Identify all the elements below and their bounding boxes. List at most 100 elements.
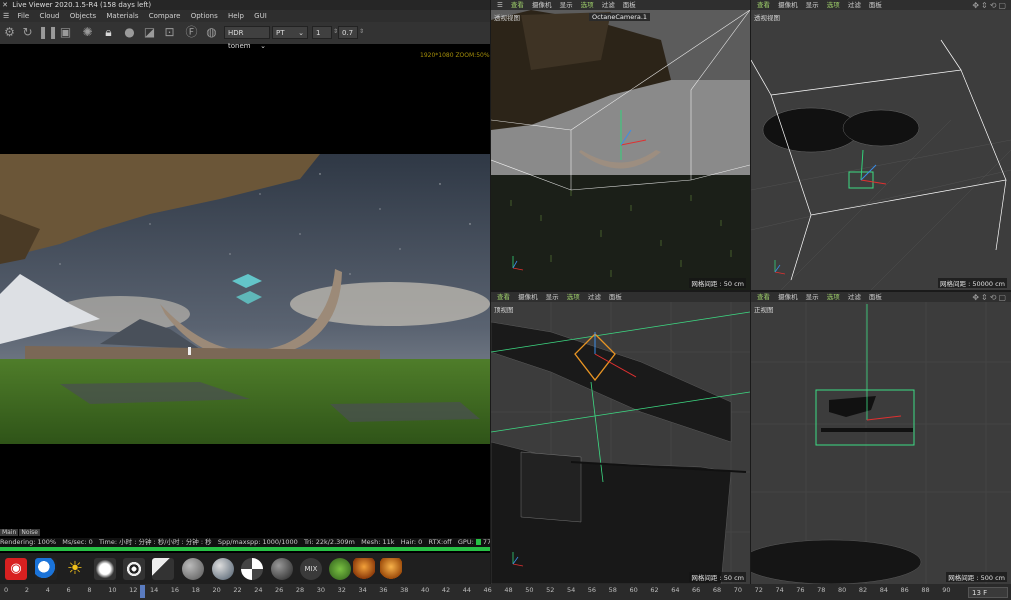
settings-gear-icon[interactable]: ⚙ xyxy=(2,25,17,40)
value-field-2[interactable]: 0.7 xyxy=(338,26,358,39)
vp-menu-camera[interactable]: 摄像机 xyxy=(778,293,798,301)
vp-menu-filter[interactable]: 过滤 xyxy=(848,293,861,301)
vp-menu-camera[interactable]: 摄像机 xyxy=(518,293,538,301)
vp-menu-display[interactable]: 显示 xyxy=(546,293,559,301)
vp-menu-options[interactable]: 选项 xyxy=(827,293,840,301)
vp-menu-filter[interactable]: 过滤 xyxy=(588,293,601,301)
pause-icon[interactable]: ❚❚ xyxy=(38,25,58,40)
tonemap-select[interactable]: HDR tonem ⌄ xyxy=(224,26,270,50)
menu-objects[interactable]: Objects xyxy=(70,12,96,20)
menu-cloud[interactable]: Cloud xyxy=(39,12,59,20)
environment-icon[interactable] xyxy=(35,558,57,580)
vp-menu-filter[interactable]: 过滤 xyxy=(848,1,861,9)
timeline-tick: 48 xyxy=(504,586,513,594)
current-frame-field[interactable]: 13 F xyxy=(968,587,1008,598)
kernel-value: PT xyxy=(276,29,285,37)
chevron-down-icon: ⌄ xyxy=(298,29,304,37)
kernel-select[interactable]: PT ⌄ xyxy=(272,26,308,39)
timeline-tick: 26 xyxy=(275,586,284,594)
menu-options[interactable]: Options xyxy=(191,12,218,20)
vp-menu-camera[interactable]: 摄像机 xyxy=(778,1,798,9)
status-mesh: Mesh: 11k xyxy=(361,538,395,546)
stepper-icon[interactable]: ⇕ xyxy=(359,28,364,35)
spot-light-icon[interactable] xyxy=(152,558,174,580)
menu-help[interactable]: Help xyxy=(228,12,244,20)
live-viewer-tabs: Main Noise xyxy=(0,529,41,537)
region-render-icon[interactable]: ▣ xyxy=(58,25,73,40)
timeline-tick: 66 xyxy=(692,586,701,594)
gear-icon[interactable]: ✺ xyxy=(80,25,95,40)
timeline-tick: 72 xyxy=(754,586,763,594)
area-light-icon[interactable] xyxy=(94,558,116,580)
vp-menu-display[interactable]: 显示 xyxy=(806,1,819,9)
pick-material-icon[interactable]: ◪ xyxy=(142,25,157,40)
menu-file[interactable]: File xyxy=(18,12,30,20)
vp-menu-filter[interactable]: 过滤 xyxy=(602,1,615,9)
specular-material-icon[interactable] xyxy=(241,558,263,580)
vp-menu-panel[interactable]: 面板 xyxy=(609,293,622,301)
mix-material-icon[interactable]: MIX xyxy=(300,558,322,580)
timeline-tick: 60 xyxy=(629,586,638,594)
menu-compare[interactable]: Compare xyxy=(149,12,181,20)
glossy-material-icon[interactable] xyxy=(212,558,234,580)
viewport-top[interactable]: 查看 摄像机 显示 选项 过滤 面板 顶视图 网格间距 : 50 cm xyxy=(491,292,750,584)
vp-menu-panel[interactable]: 面板 xyxy=(623,1,636,9)
composite-material-icon[interactable] xyxy=(329,558,351,580)
vp-menu-display[interactable]: 显示 xyxy=(560,1,573,9)
vp-menu-view[interactable]: 查看 xyxy=(511,1,524,9)
viewport-nav-icons[interactable]: ✥⇕⟲▢ xyxy=(972,1,1008,10)
value-field-1[interactable]: 1 xyxy=(312,26,332,39)
hamburger-menu-icon[interactable]: ☰ xyxy=(3,12,9,20)
diffuse-material-icon[interactable] xyxy=(182,558,204,580)
metallic-material-icon[interactable] xyxy=(271,558,293,580)
viewport-front[interactable]: 查看 摄像机 显示 选项 过滤 面板 ✥⇕⟲▢ 正视图 网格间距 : 500 c… xyxy=(751,292,1011,584)
status-time: Time: 小时 : 分钟 : 秒/小时 : 分钟 : 秒 xyxy=(98,538,212,546)
timeline-playhead[interactable] xyxy=(139,585,145,598)
timeline-tick: 50 xyxy=(525,586,534,594)
tab-main[interactable]: Main xyxy=(0,529,19,536)
vp-menu-options[interactable]: 选项 xyxy=(581,1,594,9)
vp-menu-camera[interactable]: 摄像机 xyxy=(532,1,552,9)
timeline-tick: 6 xyxy=(66,586,71,594)
menu-materials[interactable]: Materials xyxy=(106,12,138,20)
lock-icon[interactable]: 🔒︎ xyxy=(101,25,116,40)
viewport-camera-perspective[interactable]: ☰ 查看 摄像机 显示 选项 过滤 面板 透视视图 OctaneCamera.1… xyxy=(491,0,750,290)
timeline-tick: 68 xyxy=(712,586,722,594)
menu-gui[interactable]: GUI xyxy=(254,12,267,20)
grid-spacing-label: 网格间距 : 50 cm xyxy=(689,572,746,582)
vp-menu-panel[interactable]: 面板 xyxy=(869,293,882,301)
vp-menu-view[interactable]: 查看 xyxy=(757,1,770,9)
vp-menu-options[interactable]: 选项 xyxy=(567,293,580,301)
white-balance-icon[interactable]: ◍ xyxy=(204,25,219,40)
hamburger-menu-icon[interactable]: ☰ xyxy=(497,1,503,9)
active-camera-label[interactable]: OctaneCamera.1 xyxy=(589,13,651,21)
vdb-cloud-icon[interactable] xyxy=(353,558,375,580)
sun-light-icon[interactable]: ☀ xyxy=(64,558,86,580)
close-icon[interactable]: ✕ xyxy=(0,0,10,10)
resolution-overlay: 1920*1080 ZOOM:50% xyxy=(420,52,490,59)
vp-menu-display[interactable]: 显示 xyxy=(806,293,819,301)
viewport-perspective[interactable]: 查看 摄像机 显示 选项 过滤 面板 ✥⇕⟲▢ 透视视图 网格间距 : 5000… xyxy=(751,0,1011,290)
material-ball-icon[interactable]: ● xyxy=(122,25,137,40)
pick-focus-icon[interactable]: ⊡ xyxy=(162,25,177,40)
restart-render-icon[interactable]: ↻ xyxy=(20,25,35,40)
vp-menu-view[interactable]: 查看 xyxy=(497,293,510,301)
target-light-icon[interactable] xyxy=(123,558,145,580)
vp-menu-view[interactable]: 查看 xyxy=(757,293,770,301)
viewport-label: 顶视图 xyxy=(494,306,514,314)
front-view-scene xyxy=(751,292,1011,584)
tab-noise[interactable]: Noise xyxy=(19,529,40,536)
timeline[interactable]: 0 2 4 6 8 10 12 14 16 18 20 22 24 26 28 30 32 34 36 38 40 42 4… xyxy=(0,584,1011,600)
vp-menu-options[interactable]: 选项 xyxy=(827,1,840,9)
vp-menu-panel[interactable]: 面板 xyxy=(869,1,882,9)
timeline-tick: 36 xyxy=(379,586,388,594)
camera-view-scene xyxy=(491,0,750,290)
focus-icon[interactable]: Ⓕ xyxy=(184,25,199,40)
fog-volume-icon[interactable] xyxy=(380,558,402,580)
camera-icon[interactable]: ◉ xyxy=(5,558,27,580)
timeline-tick: 64 xyxy=(671,586,680,594)
top-view-scene xyxy=(491,292,750,584)
viewport-nav-icons[interactable]: ✥⇕⟲▢ xyxy=(972,293,1008,302)
timeline-tick: 10 xyxy=(108,586,117,594)
live-viewer-window: ✕ Live Viewer 2020.1.5-R4 (158 days left… xyxy=(0,0,490,584)
